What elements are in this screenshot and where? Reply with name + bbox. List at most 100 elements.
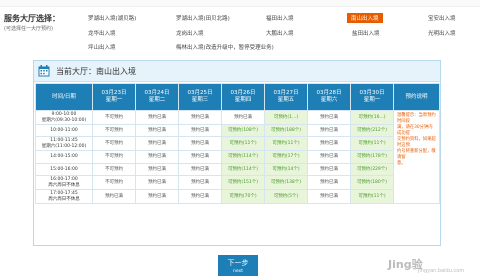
time-slot-cell: 10:00-11:00: [35, 123, 93, 138]
slot-available-cell[interactable]: 可预约(11个): [264, 136, 308, 152]
hall-option[interactable]: 光明出入境: [428, 29, 456, 37]
day-date: 03月24日: [144, 90, 170, 96]
slot-full-cell: 预约已满: [307, 175, 351, 191]
slot-available-cell[interactable]: 可预约(11个): [221, 136, 265, 152]
slot-available-cell[interactable]: 可预约(114个): [221, 150, 265, 164]
hall-option-active[interactable]: 南山出入境: [347, 13, 383, 23]
time-slot-cell: 14:00-15:00: [35, 150, 93, 164]
slot-available-cell[interactable]: 可预约(108个): [221, 123, 265, 138]
slot-unavailable-cell: 不可预约: [92, 123, 136, 138]
slot-full-cell: 预约已满: [307, 150, 351, 164]
slot-available-cell[interactable]: 可预约(17个): [264, 150, 308, 164]
slot-full-cell: 预约已满: [135, 189, 179, 205]
hall-selector-subtitle: (可选择任一大厅预约): [4, 26, 53, 32]
day-date: 03月27日: [273, 90, 299, 96]
schedule-panel: 当前大厅：南山出入境 时间/日期 03月23日 星期一 03月24日 星期二 03月…: [33, 60, 441, 246]
slot-available-cell[interactable]: 可预约(1...): [264, 110, 308, 125]
slot-full-cell: 预约已满: [307, 123, 351, 138]
next-button[interactable]: 下一步 next: [218, 255, 258, 276]
slot-available-cell[interactable]: 可预约(70个): [221, 189, 265, 205]
table-row: 9:00-10:00 星期六(09:30-10:00) 不可预约 预约已满 预约已满 预约…: [35, 109, 440, 205]
slot-full-cell: 预约已满: [178, 150, 222, 164]
next-button-sublabel: next: [233, 269, 243, 274]
time-slot-cell: 9:00-10:00 星期六(09:30-10:00): [35, 110, 93, 125]
slot-full-cell: 预约已满: [135, 110, 179, 125]
slot-unavailable-cell: 不可预约: [92, 136, 136, 152]
hall-option[interactable]: 盐田出入境: [352, 29, 380, 37]
time-slot-label: 周六周日不休息: [48, 196, 80, 202]
day-weekday: 星期四: [234, 97, 252, 103]
slot-unavailable-cell: 不可预约: [92, 162, 136, 177]
time-slot-cell: 16:00-17:00 周六周日不休息: [35, 175, 93, 191]
slot-full-cell: 预约已满: [178, 175, 222, 191]
day-date: 03月30日: [359, 90, 385, 96]
table-row: 14:00-15:00 不可预约 预约已满 预约已满 可预约(114个) 可预约(17个)…: [35, 150, 440, 164]
slot-full-cell: 预约已满: [307, 162, 351, 177]
slot-available-cell[interactable]: 可预约(151个): [221, 175, 265, 191]
slot-full-cell: 预约已满: [135, 175, 179, 191]
slot-available-cell[interactable]: 可预约(5个): [264, 189, 308, 205]
day-header: 03月27日 星期五: [264, 83, 308, 111]
slot-available-cell[interactable]: 可预约(178个): [350, 150, 394, 164]
slot-full-cell: 预约已满: [135, 123, 179, 138]
slot-unavailable-cell: 不可预约: [92, 110, 136, 125]
schedule-body: 9:00-10:00 星期六(09:30-10:00) 不可预约 预约已满 预约已满 预约…: [35, 109, 440, 205]
slot-available-cell[interactable]: 可预约(180个): [350, 175, 394, 191]
time-slot-cell: 15:00-16:00: [35, 162, 93, 177]
table-row: 15:00-16:00 不可预约 预约已满 预约已满 可预约(114个) 可预约(14个)…: [35, 162, 440, 177]
day-date: 03月28日: [316, 90, 342, 96]
slot-available-cell[interactable]: 可预约(229个): [350, 162, 394, 177]
booking-note-line: 意。: [397, 161, 406, 166]
next-button-label: 下一步: [227, 259, 249, 267]
hall-option[interactable]: 龙华出入境: [88, 29, 116, 37]
slot-full-cell: 预约已满: [307, 136, 351, 152]
day-header: 03月26日 星期四: [221, 83, 265, 111]
slot-unavailable-cell: 不可预约: [92, 150, 136, 164]
slot-full-cell: 预约已满: [178, 136, 222, 152]
day-header: 03月30日 星期一: [350, 83, 394, 111]
time-slot-label: 周六周日不休息: [48, 182, 80, 188]
slot-full-cell: 预约已满: [178, 189, 222, 205]
table-row: 16:00-17:00 周六周日不休息 不可预约 预约已满 预约已满 可预约(151个) 可…: [35, 175, 440, 191]
time-slot-cell: 11:00-11:45 星期六(11:00-12:00): [35, 136, 93, 152]
hall-selector: 服务大厅选择： (可选择任一大厅预约) 罗湖出入境(湖贝路) 罗湖出入境(田贝北…: [4, 9, 476, 55]
time-slot-label: 14:00-15:00: [50, 154, 78, 160]
booking-notes: 温馨提示：当周预约时间段 满，请在30分钟内成功提 交预约资料，如果超时这预 约号将重…: [393, 109, 440, 205]
slot-available-cell[interactable]: 可预约(212个): [350, 123, 394, 138]
watermark-url: jingyan.baidu.com: [418, 268, 465, 274]
booking-note-line: 约号将重新分配，敬请留: [397, 149, 436, 160]
slot-full-cell: 预约已满: [221, 110, 265, 125]
slot-available-cell[interactable]: 可预约(14个): [264, 162, 308, 177]
time-slot-label: 星期六(11:00-12:00): [41, 143, 87, 149]
slot-available-cell[interactable]: 可预约(11个): [350, 189, 394, 205]
table-row: 11:00-11:45 星期六(11:00-12:00) 不可预约 预约已满 预约已满可…: [35, 136, 440, 152]
hall-option[interactable]: 福田出入境: [266, 14, 294, 22]
slot-full-cell: 预约已满: [307, 110, 351, 125]
hall-option[interactable]: 宝安出入境: [428, 14, 456, 22]
day-weekday: 星期二: [148, 97, 166, 103]
top-strip: [0, 0, 480, 7]
hall-option[interactable]: 大鹏出入境: [266, 29, 294, 37]
schedule-header-row: 时间/日期 03月23日 星期一 03月24日 星期二 03月25日 星期三 03月2…: [35, 83, 440, 111]
day-header: 03月23日 星期一: [92, 83, 136, 111]
hall-option[interactable]: 罗湖出入境(田贝北路): [176, 14, 230, 22]
slot-unavailable-cell: 不可预约: [92, 175, 136, 191]
hall-option[interactable]: 罗湖出入境(湖贝路): [88, 14, 136, 22]
slot-available-cell[interactable]: 可预约(114个): [221, 162, 265, 177]
hall-option-disabled[interactable]: 梅林出入境(改造升级中，暂停受理业务): [176, 43, 274, 51]
slot-available-cell[interactable]: 可预约(11个): [350, 136, 394, 152]
slot-full-cell: 预约已满: [135, 162, 179, 177]
hall-option[interactable]: 坪山出入境: [88, 43, 116, 51]
slot-available-cell[interactable]: 可预约(188个): [264, 123, 308, 138]
slot-full-cell: 预约已满: [135, 150, 179, 164]
day-weekday: 星期一: [105, 97, 123, 103]
booking-note-line: 交预约资料，如果超时这预: [397, 137, 436, 148]
slot-available-cell[interactable]: 可预约(16...): [350, 110, 394, 125]
hall-option[interactable]: 龙岗出入境: [176, 29, 204, 37]
watermark: Jing验 jingyan.baidu.com: [388, 256, 474, 276]
time-header: 时间/日期: [35, 83, 93, 111]
slot-available-cell[interactable]: 可预约(138个): [264, 175, 308, 191]
note-header: 预约说明: [393, 83, 440, 111]
hall-selector-title: 服务大厅选择：: [4, 14, 60, 23]
booking-note-line: 温馨提示：当周预约时间段: [397, 113, 436, 124]
